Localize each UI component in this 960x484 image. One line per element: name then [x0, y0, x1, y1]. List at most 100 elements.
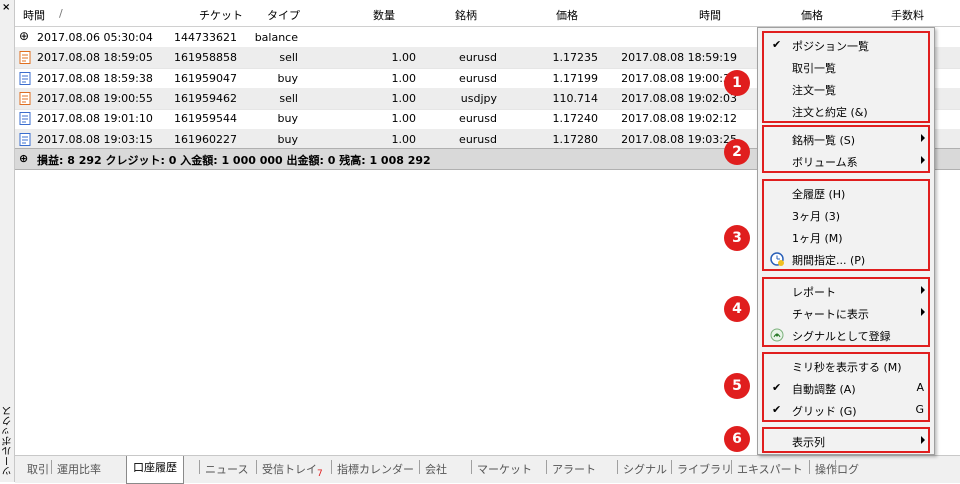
- signal-icon: [770, 328, 784, 342]
- menu-item[interactable]: 取引一覧: [764, 56, 928, 78]
- tab-6[interactable]: 会社: [425, 459, 447, 481]
- menu-item[interactable]: レポート: [764, 280, 928, 302]
- tab-separator: [199, 460, 200, 474]
- col-ticket[interactable]: チケット: [199, 7, 243, 23]
- menu-item-label: ミリ秒を表示する (M): [792, 361, 902, 374]
- menu-item-label: 自動調整 (A): [792, 383, 856, 396]
- column-header: 時間 / チケット タイプ 数量 銘柄 価格 時間 価格 手数料: [15, 0, 960, 27]
- callout-number-badge: 6: [724, 426, 750, 452]
- cell-type: sell: [279, 91, 298, 105]
- cell-volume: 1.00: [391, 71, 417, 85]
- buy-order-icon: [19, 71, 31, 85]
- tab-label: ニュース: [205, 463, 249, 476]
- cell-ticket: 161960227: [174, 132, 237, 146]
- col-time[interactable]: 時間: [23, 7, 45, 23]
- callout-number-badge: 5: [724, 373, 750, 399]
- col-symbol[interactable]: 銘柄: [455, 7, 477, 23]
- cell-time: 2017.08.08 19:03:15: [37, 132, 153, 146]
- tab-1[interactable]: 運用比率: [57, 459, 101, 481]
- cell-symbol: eurusd: [459, 51, 497, 65]
- menu-item[interactable]: 銘柄一覧 (S): [764, 128, 928, 150]
- toolbox-title: ツールボックス: [3, 406, 14, 476]
- cell-ticket: 161959544: [174, 112, 237, 126]
- col-type[interactable]: タイプ: [267, 7, 300, 23]
- cell-type: balance: [254, 31, 298, 44]
- menu-group-6: 表示列: [762, 427, 930, 453]
- tab-7[interactable]: マーケット: [477, 459, 532, 481]
- tab-separator: [835, 460, 836, 474]
- cell-close-time: 2017.08.08 19:03:25: [621, 132, 737, 146]
- menu-item[interactable]: 注文と約定 (&): [764, 100, 928, 122]
- col-close-price[interactable]: 価格: [801, 7, 823, 23]
- cell-type: buy: [277, 132, 298, 146]
- cell-price: 1.17199: [552, 71, 599, 85]
- menu-item[interactable]: ✔ グリッド (G) G: [764, 399, 928, 421]
- tab-5[interactable]: 指標カレンダー: [337, 459, 414, 481]
- cell-price: 1.17240: [552, 112, 599, 126]
- col-commission[interactable]: 手数料: [891, 7, 924, 23]
- tab-8[interactable]: アラート: [552, 459, 596, 481]
- menu-item[interactable]: ✔ 自動調整 (A) A: [764, 377, 928, 399]
- menu-group-5: ミリ秒を表示する (M) ✔ 自動調整 (A) A ✔ グリッド (G) G: [762, 352, 930, 422]
- tab-separator: [671, 460, 672, 474]
- cell-ticket: 144733621: [174, 31, 237, 44]
- menu-item[interactable]: ✔ ポジション一覧: [764, 34, 928, 56]
- tab-9[interactable]: シグナル: [623, 459, 667, 481]
- tab-separator: [731, 460, 732, 474]
- callout-number-badge: 4: [724, 296, 750, 322]
- checkmark-icon: ✔: [772, 381, 782, 394]
- menu-item-label: ポジション一覧: [792, 40, 869, 53]
- cell-time: 2017.08.08 19:00:55: [37, 91, 153, 105]
- cell-type: buy: [277, 71, 298, 85]
- callout-number-badge: 3: [724, 225, 750, 251]
- cell-type: buy: [277, 112, 298, 126]
- menu-item[interactable]: 表示列: [764, 430, 928, 452]
- cell-time: 2017.08.08 18:59:38: [37, 71, 153, 85]
- cell-type: sell: [279, 51, 298, 65]
- menu-item-label: 取引一覧: [792, 62, 836, 75]
- menu-item[interactable]: チャートに表示: [764, 302, 928, 324]
- tab-label: 運用比率: [57, 463, 101, 476]
- submenu-arrow-icon: [921, 308, 925, 316]
- menu-item[interactable]: 1ヶ月 (M): [764, 226, 928, 248]
- menu-item[interactable]: シグナルとして登録: [764, 324, 928, 346]
- menu-item[interactable]: ボリューム系: [764, 150, 928, 172]
- menu-item[interactable]: ミリ秒を表示する (M): [764, 355, 928, 377]
- tab-label: 取引: [27, 463, 49, 476]
- menu-item[interactable]: 期間指定... (P): [764, 248, 928, 270]
- cell-close-time: 2017.08.08 19:00:33: [621, 71, 737, 85]
- menu-item[interactable]: 全履歴 (H): [764, 182, 928, 204]
- tab-3[interactable]: ニュース: [205, 459, 248, 481]
- cell-price: 1.17280: [552, 132, 599, 146]
- menu-item-label: 1ヶ月 (M): [792, 232, 843, 245]
- cell-symbol: eurusd: [459, 112, 497, 126]
- cell-ticket: 161959047: [174, 71, 237, 85]
- tab-separator: [331, 460, 332, 474]
- col-volume[interactable]: 数量: [373, 7, 395, 23]
- cell-volume: 1.00: [391, 132, 417, 146]
- sell-order-icon: [19, 91, 31, 105]
- submenu-arrow-icon: [921, 134, 925, 142]
- tab-10[interactable]: ライブラリ: [677, 459, 732, 481]
- tab-label: シグナル: [623, 463, 667, 476]
- menu-group-2: 銘柄一覧 (S) ボリューム系: [762, 125, 930, 173]
- tab-separator: [809, 460, 810, 474]
- cell-ticket: 161959462: [174, 91, 237, 105]
- menu-item[interactable]: 3ヶ月 (3): [764, 204, 928, 226]
- col-close-time[interactable]: 時間: [699, 7, 721, 23]
- tab-label: アラート: [552, 463, 596, 476]
- tab-12[interactable]: 操作ログ: [815, 459, 859, 481]
- cell-close-time: 2017.08.08 18:59:19: [621, 51, 737, 65]
- menu-group-1: ✔ ポジション一覧 取引一覧注文一覧注文と約定 (&): [762, 31, 930, 123]
- tab-4[interactable]: 受信トレイ7: [262, 459, 323, 481]
- menu-item-label: 注文一覧: [792, 84, 836, 97]
- tab-separator: [617, 460, 618, 474]
- col-price[interactable]: 価格: [556, 7, 578, 23]
- tab-0[interactable]: 取引: [27, 459, 49, 481]
- close-icon[interactable]: ×: [2, 2, 10, 13]
- tab-11[interactable]: エキスパート: [737, 459, 803, 481]
- checkmark-icon: ✔: [772, 38, 782, 51]
- cell-volume: 1.00: [391, 51, 417, 65]
- tab-2[interactable]: 口座履歴: [126, 456, 184, 484]
- menu-item[interactable]: 注文一覧: [764, 78, 928, 100]
